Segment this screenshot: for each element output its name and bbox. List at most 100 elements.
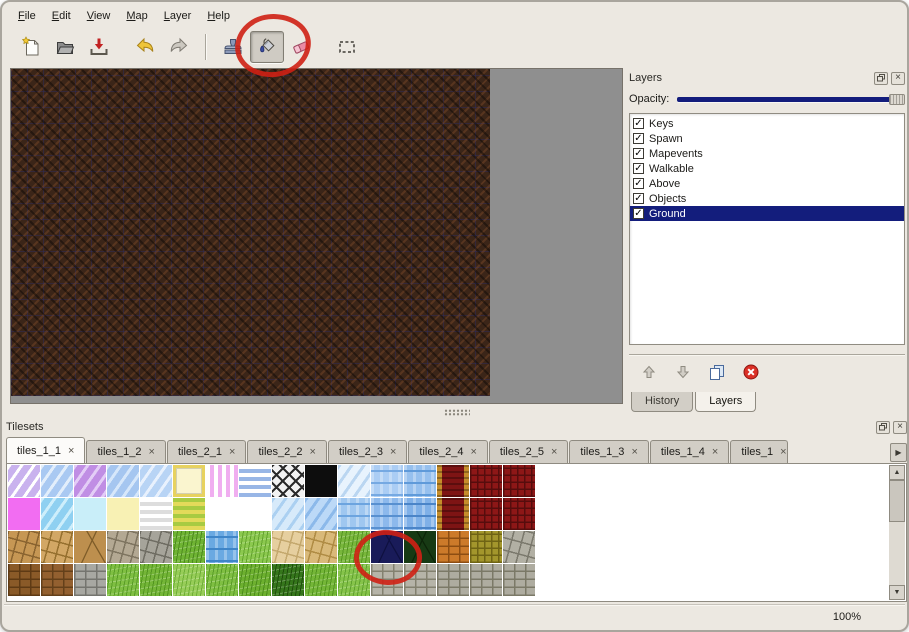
new-map-button[interactable] [14,31,48,63]
tile-1-10[interactable] [338,498,370,530]
tile-0-3[interactable] [107,465,139,497]
tile-3-7[interactable] [239,564,271,596]
layer-visibility-checkbox[interactable]: ✓ [633,178,644,189]
tile-3-5[interactable] [173,564,205,596]
tile-0-6[interactable] [206,465,238,497]
tile-0-2[interactable] [74,465,106,497]
layer-row-above[interactable]: ✓Above [630,176,904,191]
opacity-slider[interactable] [677,92,905,106]
tile-0-15[interactable] [503,465,535,497]
tile-0-0[interactable] [8,465,40,497]
tileset-tab-tiles_2_3[interactable]: tiles_2_3× [328,440,407,463]
menu-view[interactable]: View [79,7,119,25]
tab-close-icon[interactable]: × [551,446,557,458]
tile-3-0[interactable] [8,564,40,596]
tile-2-6[interactable] [206,531,238,563]
tile-3-6[interactable] [206,564,238,596]
menu-layer[interactable]: Layer [156,7,200,25]
open-map-button[interactable] [48,31,82,63]
lower-layer-button[interactable] [673,362,693,382]
tile-1-4[interactable] [140,498,172,530]
tile-1-1[interactable] [41,498,73,530]
tileset-tab-tiles_2_5[interactable]: tiles_2_5× [489,440,568,463]
tab-close-icon[interactable]: × [149,446,155,458]
tile-1-13[interactable] [437,498,469,530]
tileset-tab-tiles_2_2[interactable]: tiles_2_2× [247,440,326,463]
tile-1-9[interactable] [305,498,337,530]
tile-0-5[interactable] [173,465,205,497]
close-tilesets-panel-button[interactable]: × [893,421,907,434]
tab-close-icon[interactable]: × [780,446,786,458]
tile-2-0[interactable] [8,531,40,563]
tab-history[interactable]: History [631,392,693,412]
tileset-tab-tiles_2_4[interactable]: tiles_2_4× [408,440,487,463]
layer-row-mapevents[interactable]: ✓Mapevents [630,146,904,161]
tab-layers[interactable]: Layers [695,392,756,412]
tile-1-7[interactable] [239,498,271,530]
tile-2-9[interactable] [305,531,337,563]
tab-close-icon[interactable]: × [631,446,637,458]
select-tool-button[interactable] [330,31,364,63]
menu-edit[interactable]: Edit [44,7,79,25]
tile-2-4[interactable] [140,531,172,563]
tile-2-11[interactable] [371,531,403,563]
layer-visibility-checkbox[interactable]: ✓ [633,208,644,219]
tile-3-14[interactable] [470,564,502,596]
float-layers-panel-button[interactable] [874,72,888,85]
tileset-tab-tiles_1_3[interactable]: tiles_1_3× [569,440,648,463]
tile-3-9[interactable] [305,564,337,596]
tileset-tab-tiles_1_4[interactable]: tiles_1_4× [650,440,729,463]
tile-2-8[interactable] [272,531,304,563]
tileset-scrollbar[interactable]: ▲ ▼ [889,465,905,600]
tile-0-12[interactable] [404,465,436,497]
tile-0-13[interactable] [437,465,469,497]
tile-1-6[interactable] [206,498,238,530]
float-tilesets-panel-button[interactable] [876,421,890,434]
tile-2-2[interactable] [74,531,106,563]
close-layers-panel-button[interactable]: × [891,72,905,85]
opacity-slider-track[interactable] [677,97,903,102]
tile-3-1[interactable] [41,564,73,596]
tile-2-15[interactable] [503,531,535,563]
tab-close-icon[interactable]: × [712,446,718,458]
tile-2-12[interactable] [404,531,436,563]
tileset-tab-tiles_1_2[interactable]: tiles_1_2× [86,440,165,463]
tile-3-12[interactable] [404,564,436,596]
tile-0-4[interactable] [140,465,172,497]
tab-close-icon[interactable]: × [310,446,316,458]
duplicate-layer-button[interactable] [707,362,727,382]
tile-1-14[interactable] [470,498,502,530]
layer-row-objects[interactable]: ✓Objects [630,191,904,206]
menu-help[interactable]: Help [199,7,238,25]
scroll-track[interactable] [889,522,905,585]
scroll-down-button[interactable]: ▼ [889,585,905,600]
layer-row-ground[interactable]: ✓Ground [630,206,904,221]
layer-row-walkable[interactable]: ✓Walkable [630,161,904,176]
tileset-tab-tiles_1_1[interactable]: tiles_1_1× [6,437,85,463]
tile-3-3[interactable] [107,564,139,596]
layer-row-keys[interactable]: ✓Keys [630,116,904,131]
tile-2-10[interactable] [338,531,370,563]
tile-2-13[interactable] [437,531,469,563]
save-map-button[interactable] [82,31,116,63]
tile-2-14[interactable] [470,531,502,563]
tile-1-15[interactable] [503,498,535,530]
layer-visibility-checkbox[interactable]: ✓ [633,163,644,174]
tile-1-2[interactable] [74,498,106,530]
tile-1-12[interactable] [404,498,436,530]
tile-3-2[interactable] [74,564,106,596]
tile-1-8[interactable] [272,498,304,530]
tileset-tab-tiles_2_1[interactable]: tiles_2_1× [167,440,246,463]
tile-0-7[interactable] [239,465,271,497]
tile-2-7[interactable] [239,531,271,563]
tile-3-15[interactable] [503,564,535,596]
tile-0-9[interactable] [305,465,337,497]
scroll-up-button[interactable]: ▲ [889,465,905,480]
tile-2-5[interactable] [173,531,205,563]
eraser-tool-button[interactable] [284,31,318,63]
tile-3-11[interactable] [371,564,403,596]
tileset-tab-tiles_1[interactable]: tiles_1× [730,440,788,463]
layer-visibility-checkbox[interactable]: ✓ [633,118,644,129]
tile-0-10[interactable] [338,465,370,497]
undo-button[interactable] [128,31,162,63]
